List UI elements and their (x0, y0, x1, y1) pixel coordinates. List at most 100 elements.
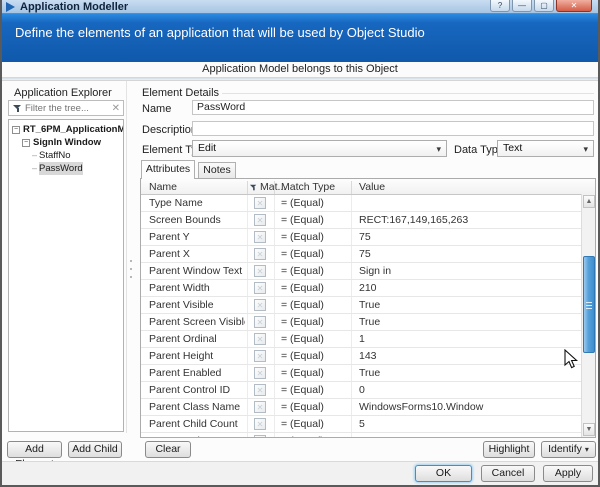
attributes-table-header[interactable]: Name Mat... Match Type Value (141, 179, 595, 195)
name-input[interactable]: PassWord (192, 100, 594, 115)
tree-item-password[interactable]: – PassWord (9, 162, 123, 175)
table-row[interactable]: Parent Control ID ✕ = (Equal) 0 (141, 382, 595, 399)
table-row[interactable]: Parent X ✕ = (Equal) 75 (141, 246, 595, 263)
identify-button[interactable]: Identify ▾ (541, 441, 596, 458)
cell-divider (274, 263, 275, 279)
window-title: Application Modeller (20, 1, 129, 13)
match-type[interactable]: = (Equal) (281, 401, 324, 413)
match-type[interactable]: = (Equal) (281, 435, 324, 437)
col-value-header[interactable]: Value (359, 181, 385, 193)
table-row[interactable]: Screen Bounds ✕ = (Equal) RECT:167,149,165,… (141, 212, 595, 229)
description-input[interactable] (192, 121, 594, 136)
collapse-icon[interactable]: − (12, 125, 20, 134)
clear-filter-icon[interactable]: ✕ (112, 103, 120, 114)
tree-filter-box[interactable]: ✕ (8, 100, 124, 116)
ok-button[interactable]: OK (415, 465, 472, 482)
match-checkbox[interactable]: ✕ (254, 401, 266, 413)
close-button[interactable]: ✕ (556, 0, 592, 12)
match-type[interactable]: = (Equal) (281, 197, 324, 209)
attribute-name: Parent X (149, 248, 190, 260)
attributes-rows: Type Name ✕ = (Equal) Screen Bounds ✕ = (Equa… (141, 195, 595, 437)
scroll-up-icon[interactable]: ▲ (583, 195, 595, 208)
match-type[interactable]: = (Equal) (281, 316, 324, 328)
match-checkbox[interactable]: ✕ (254, 316, 266, 328)
cancel-button[interactable]: Cancel (481, 465, 535, 482)
minimize-button[interactable]: — (512, 0, 532, 12)
tab-attributes[interactable]: Attributes (141, 160, 195, 179)
cell-divider (247, 416, 248, 432)
match-checkbox[interactable]: ✕ (254, 418, 266, 430)
tree-item-signin-window[interactable]: − SignIn Window (9, 136, 123, 149)
match-checkbox[interactable]: ✕ (254, 299, 266, 311)
table-row[interactable]: Parent Height ✕ = (Equal) 143 (141, 348, 595, 365)
collapse-icon[interactable]: − (22, 138, 30, 147)
attribute-name: Parent Class Name (149, 401, 241, 413)
table-row[interactable]: Parent Ordinal ✕ = (Equal) 1 (141, 331, 595, 348)
match-type[interactable]: = (Equal) (281, 299, 324, 311)
attribute-name: Parent Y (149, 231, 190, 243)
table-row[interactable]: Parent Child Count ✕ = (Equal) 5 (141, 416, 595, 433)
help-button[interactable]: ? (490, 0, 510, 12)
table-row[interactable]: Parent Screen Visible ✕ = (Equal) True (141, 314, 595, 331)
table-row[interactable]: Parent Active ✕ = (Equal) True (141, 433, 595, 437)
col-match-type-header[interactable]: Match Type (281, 181, 335, 193)
table-row[interactable]: Parent Window Text ✕ = (Equal) Sign in (141, 263, 595, 280)
cell-divider (274, 229, 275, 245)
tab-notes[interactable]: Notes (198, 162, 236, 179)
match-type[interactable]: = (Equal) (281, 214, 324, 226)
match-checkbox[interactable]: ✕ (254, 231, 266, 243)
tree-filter-input[interactable] (25, 102, 109, 114)
attribute-name: Parent Visible (149, 299, 214, 311)
add-child-button[interactable]: Add Child (68, 441, 122, 458)
highlight-button[interactable]: Highlight (483, 441, 535, 458)
match-type[interactable]: = (Equal) (281, 384, 324, 396)
name-label: Name (142, 103, 172, 115)
match-type[interactable]: = (Equal) (281, 333, 324, 345)
application-tree[interactable]: −RT_6PM_ApplicationModuler−SignIn Window… (8, 119, 124, 432)
match-checkbox[interactable]: ✕ (254, 282, 266, 294)
table-row[interactable]: Parent Width ✕ = (Equal) 210 (141, 280, 595, 297)
match-type[interactable]: = (Equal) (281, 265, 324, 277)
match-checkbox[interactable]: ✕ (254, 384, 266, 396)
table-row[interactable]: Type Name ✕ = (Equal) (141, 195, 595, 212)
clear-button[interactable]: Clear (145, 441, 191, 458)
cell-divider (274, 331, 275, 347)
match-checkbox[interactable]: ✕ (254, 333, 266, 345)
match-type[interactable]: = (Equal) (281, 231, 324, 243)
match-checkbox[interactable]: ✕ (254, 197, 266, 209)
match-checkbox[interactable]: ✕ (254, 265, 266, 277)
attribute-name: Type Name (149, 197, 203, 209)
match-type[interactable]: = (Equal) (281, 418, 324, 430)
maximize-button[interactable]: ▢ (534, 0, 554, 12)
splitter-handle[interactable] (130, 254, 133, 284)
table-scrollbar[interactable]: ▲ ▼ (581, 194, 595, 437)
table-row[interactable]: Parent Y ✕ = (Equal) 75 (141, 229, 595, 246)
tree-item-rt-6pm-applicationmoduler[interactable]: −RT_6PM_ApplicationModuler (9, 123, 123, 136)
match-type[interactable]: = (Equal) (281, 248, 324, 260)
match-type[interactable]: = (Equal) (281, 350, 324, 362)
title-bar[interactable]: Application Modeller ? — ▢ ✕ (2, 0, 598, 14)
match-checkbox[interactable]: ✕ (254, 350, 266, 362)
table-row[interactable]: Parent Enabled ✕ = (Equal) True (141, 365, 595, 382)
table-row[interactable]: Parent Class Name ✕ = (Equal) WindowsForms1… (141, 399, 595, 416)
col-name-header[interactable]: Name (149, 181, 177, 193)
add-element-button[interactable]: Add Element (7, 441, 62, 470)
scroll-down-icon[interactable]: ▼ (583, 423, 595, 436)
header-divider (2, 77, 598, 81)
data-type-select[interactable]: Text ▾ (497, 140, 594, 157)
match-type[interactable]: = (Equal) (281, 367, 324, 379)
match-checkbox[interactable]: ✕ (254, 248, 266, 260)
section-rule (222, 93, 594, 94)
match-checkbox[interactable]: ✕ (254, 367, 266, 379)
match-type[interactable]: = (Equal) (281, 282, 324, 294)
cell-divider (274, 195, 275, 211)
match-checkbox[interactable]: ✕ (254, 435, 266, 437)
apply-button[interactable]: Apply (543, 465, 593, 482)
scrollbar-thumb[interactable] (583, 256, 595, 353)
match-checkbox[interactable]: ✕ (254, 214, 266, 226)
tree-item-staffno[interactable]: – StaffNo (9, 149, 123, 162)
element-type-select[interactable]: Edit ▾ (192, 140, 447, 157)
table-row[interactable]: Parent Visible ✕ = (Equal) True (141, 297, 595, 314)
cell-divider (274, 348, 275, 364)
attribute-name: Parent Enabled (149, 367, 222, 379)
